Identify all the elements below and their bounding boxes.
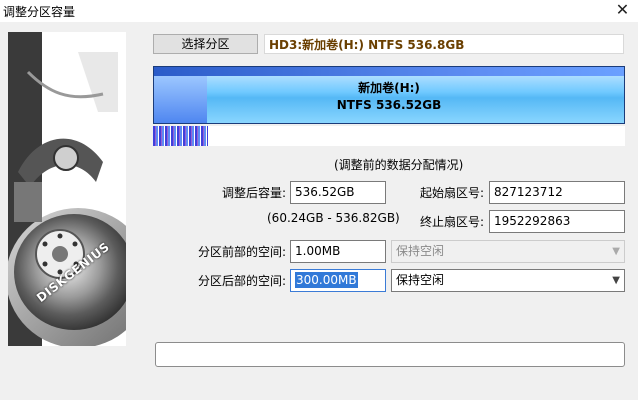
partition-name: 新加卷(H:) xyxy=(358,81,420,95)
after-space-input[interactable]: 300.00MB xyxy=(290,269,386,292)
select-partition-button[interactable]: 选择分区 xyxy=(153,34,258,54)
before-space-select: 保持空闲 ▼ xyxy=(391,240,625,263)
before-space-input[interactable]: 1.00MB xyxy=(290,240,386,263)
after-space-option: 保持空闲 xyxy=(396,273,445,287)
title-bar xyxy=(0,0,638,22)
start-sector-label: 起始扇区号: xyxy=(419,186,484,200)
capacity-range-label: (60.24GB - 536.82GB) xyxy=(267,211,400,225)
progress-box xyxy=(155,342,625,367)
before-space-label: 分区前部的空间: xyxy=(197,245,286,259)
after-space-select[interactable]: 保持空闲 ▼ xyxy=(391,269,625,292)
hard-disk-icon xyxy=(8,32,126,346)
close-button[interactable]: ✕ xyxy=(607,0,638,22)
end-sector-label: 终止扇区号: xyxy=(419,215,484,229)
adjusted-capacity-input[interactable]: 536.52GB xyxy=(290,181,386,204)
window-title: 调整分区容量 xyxy=(3,5,76,19)
partition-detail: NTFS 536.52GB xyxy=(336,98,442,112)
distribution-note: (调整前的数据分配情况) xyxy=(334,158,464,172)
partition-bar-label: 新加卷(H:) NTFS 536.52GB xyxy=(153,80,625,114)
chevron-down-icon: ▼ xyxy=(612,275,620,286)
chevron-down-icon: ▼ xyxy=(612,246,620,257)
start-sector-input[interactable]: 827123712 xyxy=(489,181,625,204)
data-distribution-used xyxy=(153,126,208,146)
end-sector-input[interactable]: 1952292863 xyxy=(489,210,625,233)
after-space-value: 300.00MB xyxy=(295,272,358,288)
disk-info-label: HD3:新加卷(H:) NTFS 536.8GB xyxy=(264,34,624,54)
hdd-illustration: DISKGENIUS xyxy=(8,32,126,346)
adjusted-capacity-label: 调整后容量: xyxy=(221,186,286,200)
after-space-label: 分区后部的空间: xyxy=(197,274,286,288)
partition-bar-header xyxy=(154,67,624,76)
before-space-option: 保持空闲 xyxy=(396,244,445,258)
data-distribution-bar xyxy=(153,126,625,146)
